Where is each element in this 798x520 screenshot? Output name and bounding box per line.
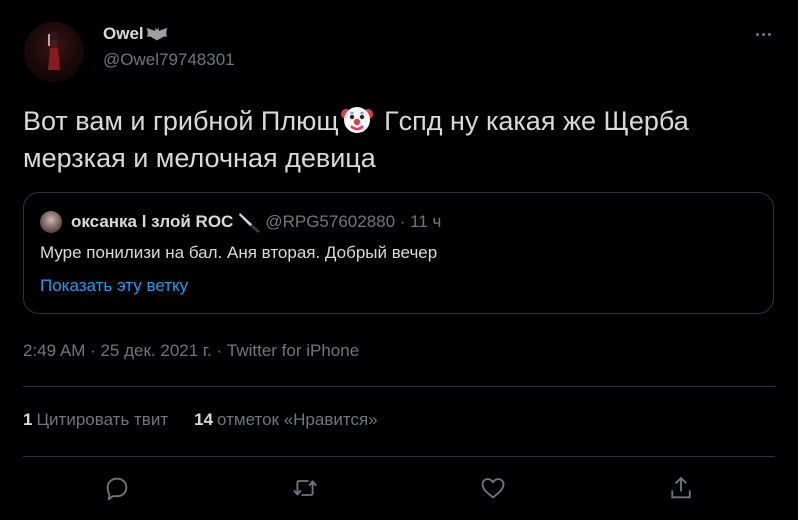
reply-icon[interactable]: [103, 474, 131, 502]
author-avatar[interactable]: [24, 22, 84, 82]
quoted-name: оксанка l злой ROC: [71, 212, 234, 231]
tweet-text-part1: Вот вам и грибной Плющ: [23, 106, 339, 136]
quote-tweets-stat[interactable]: 1 Цитировать твит: [23, 410, 168, 430]
quoted-handle-time: @RPG57602880 · 11 ч: [265, 212, 442, 231]
avatar-figure: [48, 32, 60, 70]
quoted-header: оксанка l злой ROC @RPG57602880 · 11 ч: [40, 211, 441, 233]
bat-icon: [146, 27, 168, 41]
quote-tweets-label: Цитировать твит: [36, 410, 169, 429]
tweet-actions: [0, 468, 798, 508]
tweet-text: Вот вам и грибной Плющ Гспд ну какая же …: [23, 102, 783, 177]
divider-bottom: [23, 456, 775, 457]
likes-label: отметок «Нравится»: [217, 410, 378, 429]
quote-tweets-count: 1: [23, 410, 33, 429]
clown-face-icon: [340, 107, 373, 133]
author-name[interactable]: Owel: [103, 23, 235, 45]
likes-count: 14: [194, 410, 214, 429]
divider-top: [23, 386, 775, 387]
show-thread-link[interactable]: Показать эту ветку: [40, 276, 188, 296]
like-icon[interactable]: [479, 474, 507, 502]
quoted-avatar: [40, 211, 62, 233]
likes-stat[interactable]: 14 отметок «Нравится»: [194, 410, 378, 430]
tweet-meta[interactable]: 2:49 AM · 25 дек. 2021 г. · Twitter for …: [23, 341, 359, 361]
author-info: Owel @Owel79748301: [103, 23, 235, 70]
more-icon[interactable]: [752, 26, 774, 42]
author-handle[interactable]: @Owel79748301: [103, 50, 235, 70]
knife-icon: [239, 213, 261, 233]
share-icon[interactable]: [667, 474, 695, 502]
retweet-icon[interactable]: [291, 474, 319, 502]
quoted-text: Муре понилизи на бал. Аня вторая. Добрый…: [40, 243, 438, 262]
quoted-tweet[interactable]: оксанка l злой ROC @RPG57602880 · 11 ч М…: [23, 192, 774, 314]
tweet-stats: 1 Цитировать твит 14 отметок «Нравится»: [23, 410, 378, 430]
